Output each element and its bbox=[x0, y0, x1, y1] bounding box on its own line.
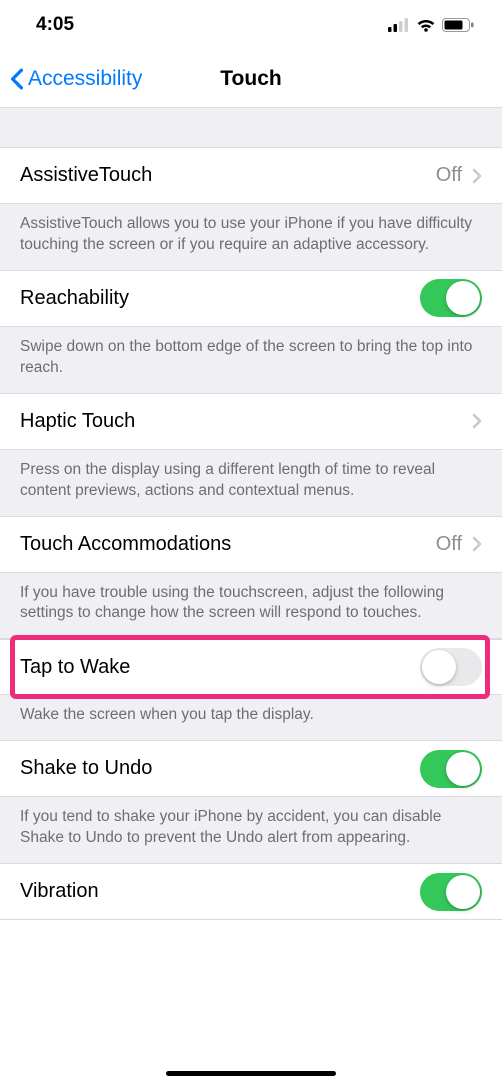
footer-reachability: Swipe down on the bottom edge of the scr… bbox=[0, 327, 502, 394]
row-label: Haptic Touch bbox=[20, 410, 472, 433]
chevron-right-icon bbox=[472, 168, 482, 184]
status-icons bbox=[388, 18, 474, 32]
row-tap-to-wake[interactable]: Tap to Wake bbox=[0, 639, 502, 695]
chevron-right-icon bbox=[472, 413, 482, 429]
footer-shake-to-undo: If you tend to shake your iPhone by acci… bbox=[0, 797, 502, 864]
footer-haptic-touch: Press on the display using a different l… bbox=[0, 450, 502, 517]
row-value: Off bbox=[436, 533, 462, 556]
toggle-shake-to-undo[interactable] bbox=[420, 750, 482, 788]
battery-icon bbox=[442, 18, 474, 32]
row-assistivetouch[interactable]: AssistiveTouch Off bbox=[0, 148, 502, 204]
row-label: Reachability bbox=[20, 287, 420, 310]
wifi-icon bbox=[416, 18, 436, 32]
highlight-box: Tap to Wake bbox=[0, 639, 502, 695]
home-indicator[interactable] bbox=[166, 1071, 336, 1076]
section-spacer bbox=[0, 108, 502, 148]
row-value: Off bbox=[436, 164, 462, 187]
row-label: Tap to Wake bbox=[20, 656, 420, 679]
row-shake-to-undo[interactable]: Shake to Undo bbox=[0, 741, 502, 797]
chevron-right-icon bbox=[472, 536, 482, 552]
signal-icon bbox=[388, 18, 410, 32]
row-vibration[interactable]: Vibration bbox=[0, 864, 502, 920]
row-label: Vibration bbox=[20, 880, 420, 903]
footer-touch-accommodations: If you have trouble using the touchscree… bbox=[0, 573, 502, 640]
nav-header: Accessibility Touch bbox=[0, 50, 502, 108]
row-haptic-touch[interactable]: Haptic Touch bbox=[0, 394, 502, 450]
chevron-left-icon bbox=[10, 68, 24, 90]
row-label: Shake to Undo bbox=[20, 757, 420, 780]
row-label: AssistiveTouch bbox=[20, 164, 436, 187]
toggle-vibration[interactable] bbox=[420, 873, 482, 911]
footer-assistivetouch: AssistiveTouch allows you to use your iP… bbox=[0, 204, 502, 271]
row-label: Touch Accommodations bbox=[20, 533, 436, 556]
status-time: 4:05 bbox=[36, 14, 74, 36]
footer-tap-to-wake: Wake the screen when you tap the display… bbox=[0, 695, 502, 741]
back-label: Accessibility bbox=[28, 67, 142, 91]
toggle-tap-to-wake[interactable] bbox=[420, 648, 482, 686]
row-reachability[interactable]: Reachability bbox=[0, 271, 502, 327]
toggle-reachability[interactable] bbox=[420, 279, 482, 317]
status-bar: 4:05 bbox=[0, 0, 502, 50]
back-button[interactable]: Accessibility bbox=[10, 67, 142, 91]
page-title: Touch bbox=[220, 67, 281, 91]
content: AssistiveTouch Off AssistiveTouch allows… bbox=[0, 108, 502, 920]
row-touch-accommodations[interactable]: Touch Accommodations Off bbox=[0, 517, 502, 573]
